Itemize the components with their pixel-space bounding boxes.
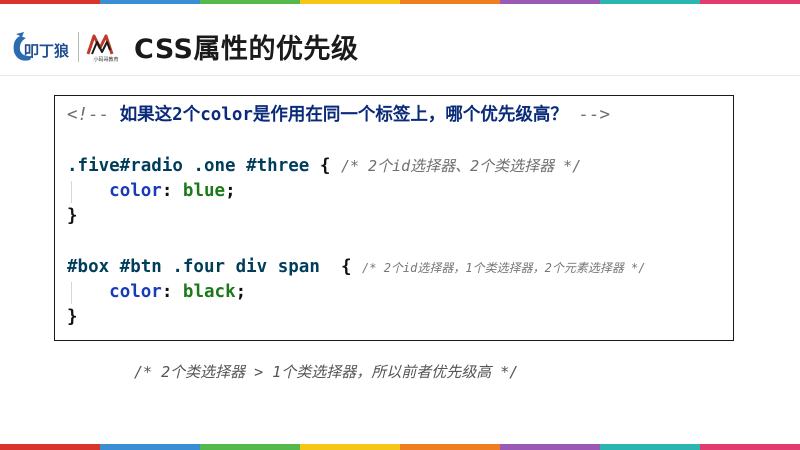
code-line-rule1-decl: color: blue; (109, 181, 236, 201)
code-block: <!-- 如果这2个color是作用在同一个标签上，哪个优先级高？ --> .f… (54, 95, 734, 341)
rule1-value: blue (182, 181, 226, 201)
rule2-comment: /* 2个id选择器，1个类选择器，2个元素选择器 */ (362, 261, 646, 275)
header-divider (0, 75, 800, 76)
code-line-rule1-selector: .five#radio .one #three { /* 2个id选择器、2个类… (67, 156, 582, 176)
rule1-comment: /* 2个id选择器、2个类选择器 */ (340, 157, 582, 175)
bottom-color-strip (0, 444, 800, 450)
code-line-question: <!-- 如果这2个color是作用在同一个标签上，哪个优先级高？ --> (67, 105, 611, 125)
rule2-value: black (182, 282, 236, 302)
rule2-selector: #box #btn .four div span (67, 257, 320, 277)
logo-divider (78, 32, 79, 62)
svg-text:叩丁狼: 叩丁狼 (24, 42, 70, 60)
nail-logo: 叩丁狼 (13, 32, 70, 61)
conclusion-note: /* 2个类选择器 > 1个类选择器，所以前者优先级高 */ (134, 363, 519, 381)
code-line-rule1-close: } (67, 206, 78, 226)
code-line-rule2-close: } (67, 307, 78, 327)
rule1-selector: .five#radio .one #three (67, 156, 310, 176)
code-line-rule2-decl: color: black; (109, 282, 247, 302)
slide-title: CSS属性的优先级 (134, 34, 359, 65)
code-line-rule2-selector: #box #btn .four div span { /* 2个id选择器，1个… (67, 257, 646, 277)
brand-caption: 小码哥教育 (93, 57, 119, 63)
